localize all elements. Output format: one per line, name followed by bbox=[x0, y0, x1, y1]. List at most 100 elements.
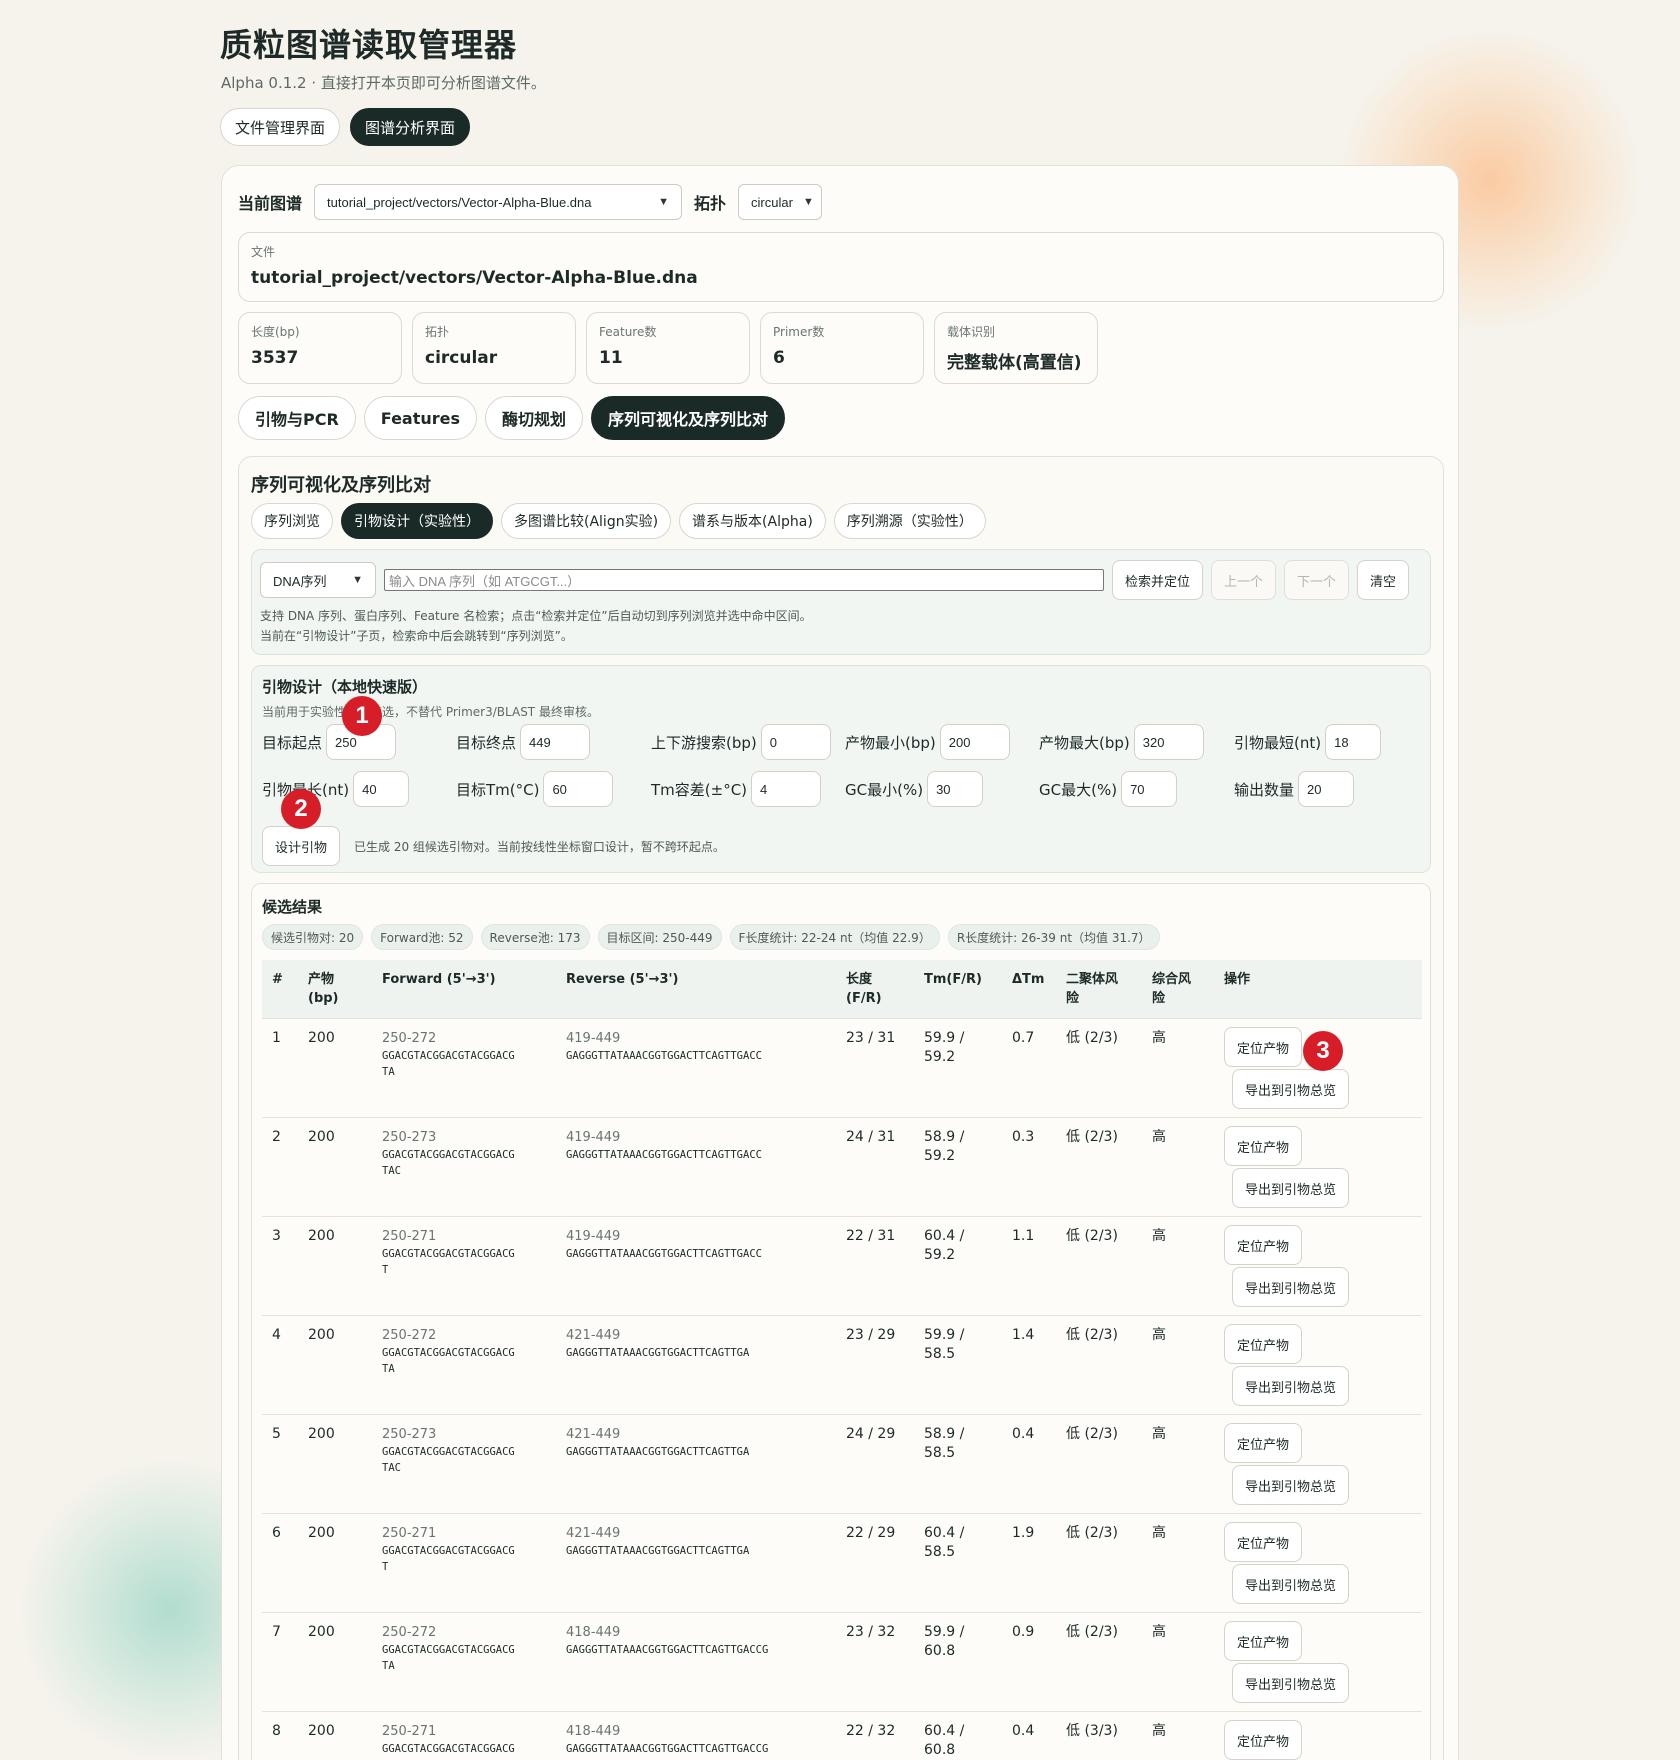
tm-reverse: 58.5 bbox=[924, 1445, 956, 1461]
cell-product: 200 bbox=[308, 1129, 335, 1145]
locate-product-button[interactable]: 定位产物 bbox=[1224, 1621, 1303, 1661]
panel-title: 序列可视化及序列比对 bbox=[251, 475, 431, 496]
param-input[interactable]: 320 bbox=[1133, 724, 1204, 760]
sequence-panel: 序列可视化及序列比对 序列浏览 引物设计（实验性） 多图谱比较(Align实验)… bbox=[238, 456, 1444, 1760]
forward-sequence: GGACGTACGGACGTACGGACG bbox=[382, 1347, 515, 1359]
top-tabs: 文件管理界面 图谱分析界面 bbox=[220, 108, 471, 146]
param-input[interactable]: 20 bbox=[1298, 771, 1355, 807]
param-target-end: 目标终点 449 bbox=[456, 724, 591, 760]
reverse-range: 421-449 bbox=[566, 1526, 621, 1541]
header-text: 险 bbox=[1066, 991, 1080, 1006]
param-input[interactable]: 0 bbox=[760, 724, 831, 760]
tab-features[interactable]: Features bbox=[363, 396, 478, 440]
clear-button[interactable]: 清空 bbox=[1357, 560, 1410, 600]
header-forward: Forward (5'→3') bbox=[382, 972, 496, 987]
topology-select[interactable]: circular ▼ bbox=[738, 184, 823, 220]
tm-forward: 59.9 / bbox=[924, 1327, 965, 1343]
cell-index: 5 bbox=[272, 1426, 281, 1442]
next-button[interactable]: 下一个 bbox=[1284, 560, 1350, 600]
table-row: 1 200 250-272 GGACGTACGGACGTACGGACG TA 419-44… bbox=[262, 1018, 1422, 1117]
param-output-count: 输出数量 20 bbox=[1234, 771, 1355, 807]
locate-product-button[interactable]: 定位产物 bbox=[1224, 1423, 1303, 1463]
param-label: 产物最小(bp) bbox=[845, 733, 936, 752]
reverse-sequence: GAGGGTTATAAACGGTGGACTTCAGTTGACC bbox=[566, 1050, 762, 1062]
cell-overall-risk: 高 bbox=[1152, 1228, 1166, 1244]
locate-product-button[interactable]: 定位产物 bbox=[1224, 1225, 1303, 1265]
locate-product-button[interactable]: 定位产物 bbox=[1224, 1027, 1303, 1067]
table-row: 6 200 250-271 GGACGTACGGACGTACGGACG T 421-449… bbox=[262, 1513, 1422, 1612]
export-to-primer-overview-button[interactable]: 导出到引物总览 bbox=[1232, 1564, 1350, 1604]
tm-forward: 60.4 / bbox=[924, 1525, 965, 1541]
reverse-range: 418-449 bbox=[566, 1724, 621, 1739]
export-to-primer-overview-button[interactable]: 导出到引物总览 bbox=[1232, 1366, 1350, 1406]
stat-label: Primer数 bbox=[773, 325, 825, 339]
locate-product-button[interactable]: 定位产物 bbox=[1224, 1126, 1303, 1166]
cell-reverse: 421-449 GAGGGTTATAAACGGTGGACTTCAGTTGA bbox=[566, 1326, 749, 1361]
search-type-value: DNA序列 bbox=[273, 573, 327, 589]
search-locate-button[interactable]: 检索并定位 bbox=[1112, 560, 1204, 600]
cell-product: 200 bbox=[308, 1327, 335, 1343]
cell-length: 23 / 31 bbox=[846, 1030, 896, 1046]
header-overall-risk: 综合风 险 bbox=[1152, 970, 1191, 1008]
tab-digest-planning[interactable]: 酶切规划 bbox=[485, 396, 584, 440]
tab-sequence-visualization[interactable]: 序列可视化及序列比对 bbox=[591, 396, 786, 440]
header-text: (F/R) bbox=[846, 991, 882, 1006]
search-type-select[interactable]: DNA序列 ▼ bbox=[260, 562, 376, 598]
param-label: 目标起点 bbox=[262, 733, 323, 752]
subtab-primer-design[interactable]: 引物设计（实验性） bbox=[341, 503, 493, 539]
export-to-primer-overview-button[interactable]: 导出到引物总览 bbox=[1232, 1069, 1350, 1109]
subtab-lineage[interactable]: 谱系与版本(Alpha) bbox=[679, 503, 826, 539]
cell-overall-risk: 高 bbox=[1152, 1723, 1166, 1739]
cell-dimer-risk: 低 (2/3) bbox=[1066, 1228, 1118, 1244]
tab-primers-pcr[interactable]: 引物与PCR bbox=[238, 396, 356, 440]
forward-sequence-tail: TA bbox=[382, 1363, 395, 1375]
search-box: DNA序列 ▼ 输入 DNA 序列（如 ATGCGT...） 检索并定位 上一个… bbox=[251, 549, 1431, 655]
param-product-max: 产物最大(bp) 320 bbox=[1039, 724, 1204, 760]
prev-button[interactable]: 上一个 bbox=[1211, 560, 1277, 600]
cell-dtm: 0.9 bbox=[1012, 1624, 1035, 1640]
locate-product-button[interactable]: 定位产物 bbox=[1224, 1522, 1303, 1562]
param-input[interactable]: 40 bbox=[353, 771, 410, 807]
results-chips: 候选引物对: 20 Forward池: 52 Reverse池: 173 目标区… bbox=[262, 924, 1160, 950]
param-input[interactable]: 30 bbox=[927, 771, 984, 807]
forward-sequence: GGACGTACGGACGTACGGACG bbox=[382, 1545, 515, 1557]
tm-reverse: 59.2 bbox=[924, 1049, 956, 1065]
cell-dimer-risk: 低 (2/3) bbox=[1066, 1426, 1118, 1442]
results-title: 候选结果 bbox=[262, 898, 323, 916]
param-input[interactable]: 200 bbox=[939, 724, 1010, 760]
export-to-primer-overview-button[interactable]: 导出到引物总览 bbox=[1232, 1465, 1350, 1505]
stat-length: 长度(bp) 3537 bbox=[238, 312, 402, 384]
subtab-sequence-browse[interactable]: 序列浏览 bbox=[251, 503, 333, 539]
cell-forward: 250-273 GGACGTACGGACGTACGGACG TAC bbox=[382, 1425, 515, 1476]
reverse-sequence: GAGGGTTATAAACGGTGGACTTCAGTTGA bbox=[566, 1446, 750, 1458]
stat-label: 拓扑 bbox=[425, 325, 450, 339]
subtab-multi-align[interactable]: 多图谱比较(Align实验) bbox=[501, 503, 672, 539]
locate-product-button[interactable]: 定位产物 bbox=[1224, 1324, 1303, 1364]
header-reverse: Reverse (5'→3') bbox=[566, 972, 679, 987]
cell-dimer-risk: 低 (2/3) bbox=[1066, 1129, 1118, 1145]
stat-value: 11 bbox=[599, 348, 623, 368]
subtab-sequence-trace[interactable]: 序列溯源（实验性） bbox=[833, 503, 986, 539]
sequence-search-input[interactable]: 输入 DNA 序列（如 ATGCGT...） bbox=[384, 569, 1104, 591]
param-input[interactable]: 70 bbox=[1121, 771, 1178, 807]
param-input[interactable]: 60 bbox=[543, 771, 614, 807]
stat-value: 完整载体(高置信) bbox=[947, 353, 1082, 373]
stat-value: 6 bbox=[773, 348, 785, 368]
search-hint: 当前在“引物设计”子页，检索命中后会跳转到“序列浏览”。 bbox=[260, 629, 573, 643]
design-primers-button[interactable]: 设计引物 bbox=[262, 826, 341, 866]
locate-product-button[interactable]: 定位产物 bbox=[1224, 1720, 1303, 1760]
forward-range: 250-273 bbox=[382, 1130, 437, 1145]
param-input[interactable]: 449 bbox=[520, 724, 591, 760]
param-input[interactable]: 18 bbox=[1325, 724, 1382, 760]
tm-forward: 59.9 / bbox=[924, 1030, 965, 1046]
export-to-primer-overview-button[interactable]: 导出到引物总览 bbox=[1232, 1663, 1350, 1703]
param-input[interactable]: 4 bbox=[751, 771, 822, 807]
table-row: 7 200 250-272 GGACGTACGGACGTACGGACG TA 418-44… bbox=[262, 1612, 1422, 1711]
current-map-select[interactable]: tutorial_project/vectors/Vector-Alpha-Bl… bbox=[314, 184, 683, 220]
cell-dimer-risk: 低 (2/3) bbox=[1066, 1624, 1118, 1640]
tab-file-manager[interactable]: 文件管理界面 bbox=[220, 108, 341, 146]
forward-sequence-tail: T bbox=[382, 1561, 389, 1573]
export-to-primer-overview-button[interactable]: 导出到引物总览 bbox=[1232, 1267, 1350, 1307]
export-to-primer-overview-button[interactable]: 导出到引物总览 bbox=[1232, 1168, 1350, 1208]
tab-map-analysis[interactable]: 图谱分析界面 bbox=[350, 108, 471, 146]
